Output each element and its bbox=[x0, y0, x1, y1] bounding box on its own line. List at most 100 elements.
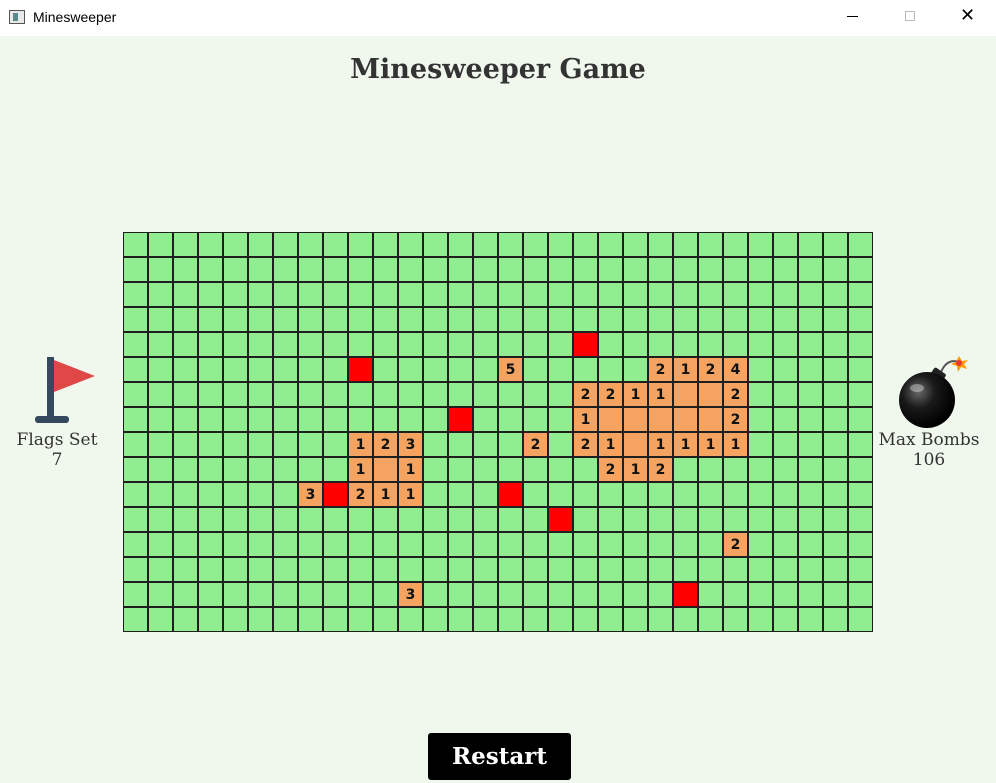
covered-cell[interactable] bbox=[448, 607, 473, 632]
covered-cell[interactable] bbox=[148, 482, 173, 507]
covered-cell[interactable] bbox=[498, 582, 523, 607]
covered-cell[interactable] bbox=[448, 557, 473, 582]
covered-cell[interactable] bbox=[773, 307, 798, 332]
covered-cell[interactable] bbox=[198, 332, 223, 357]
covered-cell[interactable] bbox=[748, 382, 773, 407]
covered-cell[interactable] bbox=[698, 507, 723, 532]
covered-cell[interactable] bbox=[623, 332, 648, 357]
covered-cell[interactable] bbox=[673, 332, 698, 357]
covered-cell[interactable] bbox=[223, 407, 248, 432]
covered-cell[interactable] bbox=[598, 232, 623, 257]
covered-cell[interactable] bbox=[123, 257, 148, 282]
covered-cell[interactable] bbox=[748, 482, 773, 507]
covered-cell[interactable] bbox=[773, 282, 798, 307]
covered-cell[interactable] bbox=[148, 557, 173, 582]
covered-cell[interactable] bbox=[573, 232, 598, 257]
covered-cell[interactable] bbox=[423, 557, 448, 582]
covered-cell[interactable] bbox=[723, 307, 748, 332]
covered-cell[interactable] bbox=[723, 332, 748, 357]
covered-cell[interactable] bbox=[223, 357, 248, 382]
covered-cell[interactable] bbox=[548, 257, 573, 282]
covered-cell[interactable] bbox=[348, 232, 373, 257]
covered-cell[interactable] bbox=[198, 357, 223, 382]
covered-cell[interactable] bbox=[848, 307, 873, 332]
covered-cell[interactable] bbox=[173, 407, 198, 432]
covered-cell[interactable] bbox=[223, 507, 248, 532]
covered-cell[interactable] bbox=[848, 232, 873, 257]
covered-cell[interactable] bbox=[223, 607, 248, 632]
covered-cell[interactable] bbox=[348, 282, 373, 307]
covered-cell[interactable] bbox=[448, 232, 473, 257]
number-cell[interactable]: 1 bbox=[673, 357, 698, 382]
covered-cell[interactable] bbox=[623, 482, 648, 507]
covered-cell[interactable] bbox=[123, 232, 148, 257]
covered-cell[interactable] bbox=[398, 232, 423, 257]
covered-cell[interactable] bbox=[798, 357, 823, 382]
covered-cell[interactable] bbox=[273, 607, 298, 632]
covered-cell[interactable] bbox=[173, 257, 198, 282]
covered-cell[interactable] bbox=[823, 482, 848, 507]
covered-cell[interactable] bbox=[223, 557, 248, 582]
covered-cell[interactable] bbox=[223, 282, 248, 307]
number-cell[interactable]: 2 bbox=[573, 382, 598, 407]
covered-cell[interactable] bbox=[648, 482, 673, 507]
covered-cell[interactable] bbox=[548, 357, 573, 382]
covered-cell[interactable] bbox=[798, 432, 823, 457]
covered-cell[interactable] bbox=[598, 557, 623, 582]
covered-cell[interactable] bbox=[348, 607, 373, 632]
covered-cell[interactable] bbox=[498, 607, 523, 632]
covered-cell[interactable] bbox=[798, 382, 823, 407]
covered-cell[interactable] bbox=[148, 432, 173, 457]
covered-cell[interactable] bbox=[298, 507, 323, 532]
covered-cell[interactable] bbox=[798, 407, 823, 432]
number-cell[interactable]: 3 bbox=[298, 482, 323, 507]
covered-cell[interactable] bbox=[173, 282, 198, 307]
flagged-cell[interactable] bbox=[573, 332, 598, 357]
covered-cell[interactable] bbox=[398, 532, 423, 557]
covered-cell[interactable] bbox=[648, 507, 673, 532]
covered-cell[interactable] bbox=[648, 557, 673, 582]
covered-cell[interactable] bbox=[548, 582, 573, 607]
number-cell[interactable]: 2 bbox=[648, 357, 673, 382]
covered-cell[interactable] bbox=[473, 357, 498, 382]
covered-cell[interactable] bbox=[173, 357, 198, 382]
number-cell[interactable]: 1 bbox=[648, 382, 673, 407]
covered-cell[interactable] bbox=[473, 257, 498, 282]
covered-cell[interactable] bbox=[523, 257, 548, 282]
covered-cell[interactable] bbox=[823, 282, 848, 307]
covered-cell[interactable] bbox=[773, 332, 798, 357]
covered-cell[interactable] bbox=[723, 507, 748, 532]
covered-cell[interactable] bbox=[523, 507, 548, 532]
covered-cell[interactable] bbox=[773, 232, 798, 257]
covered-cell[interactable] bbox=[773, 482, 798, 507]
covered-cell[interactable] bbox=[198, 607, 223, 632]
covered-cell[interactable] bbox=[248, 507, 273, 532]
number-cell[interactable]: 2 bbox=[573, 432, 598, 457]
covered-cell[interactable] bbox=[123, 307, 148, 332]
covered-cell[interactable] bbox=[523, 332, 548, 357]
covered-cell[interactable] bbox=[248, 232, 273, 257]
covered-cell[interactable] bbox=[323, 407, 348, 432]
covered-cell[interactable] bbox=[798, 307, 823, 332]
covered-cell[interactable] bbox=[423, 232, 448, 257]
covered-cell[interactable] bbox=[448, 357, 473, 382]
covered-cell[interactable] bbox=[548, 607, 573, 632]
covered-cell[interactable] bbox=[648, 232, 673, 257]
revealed-cell[interactable] bbox=[673, 407, 698, 432]
covered-cell[interactable] bbox=[298, 432, 323, 457]
covered-cell[interactable] bbox=[823, 557, 848, 582]
covered-cell[interactable] bbox=[798, 332, 823, 357]
covered-cell[interactable] bbox=[223, 432, 248, 457]
covered-cell[interactable] bbox=[473, 532, 498, 557]
number-cell[interactable]: 2 bbox=[598, 457, 623, 482]
covered-cell[interactable] bbox=[573, 282, 598, 307]
covered-cell[interactable] bbox=[298, 232, 323, 257]
covered-cell[interactable] bbox=[173, 457, 198, 482]
number-cell[interactable]: 1 bbox=[348, 432, 373, 457]
covered-cell[interactable] bbox=[123, 607, 148, 632]
covered-cell[interactable] bbox=[498, 407, 523, 432]
covered-cell[interactable] bbox=[648, 307, 673, 332]
covered-cell[interactable] bbox=[123, 357, 148, 382]
covered-cell[interactable] bbox=[848, 557, 873, 582]
covered-cell[interactable] bbox=[773, 382, 798, 407]
